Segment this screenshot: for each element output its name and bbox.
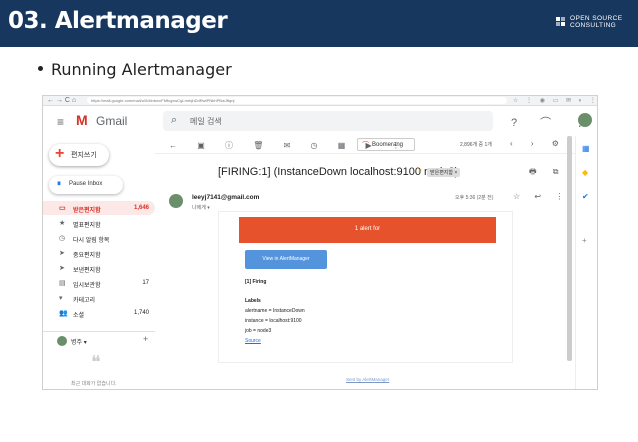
keep-icon[interactable]: ◆ [582, 168, 588, 177]
sender-avatar [169, 194, 183, 208]
sidebar-item[interactable]: ▾ 카테고리 [43, 291, 155, 305]
label-line: job = node3 [245, 328, 272, 334]
pause-inbox-label: Pause Inbox [69, 181, 103, 187]
sidebar-item-label: 소셜 [73, 313, 85, 319]
slide-header: 03. Alertmanager OPEN SOURCE CONSULTING [0, 0, 638, 47]
print-popout-icons[interactable]: 🖶 ⧉ [529, 166, 566, 180]
hangouts-add-icon[interactable]: + [143, 334, 148, 344]
mail-time: 오후 5:36 (2분 전) [455, 195, 494, 201]
page-info: 2,896개 중 1개 [460, 142, 492, 148]
browser-nav-icons[interactable]: ← → C ⌂ [47, 97, 76, 104]
recipient-toggle[interactable]: 나에게 ▾ [192, 204, 210, 211]
sidebar-item[interactable]: ➤ 보낸편지함 [43, 261, 155, 275]
sidebar-item-icon: ▤ [59, 280, 66, 287]
sidebar-item[interactable]: ▤ 임시보관함 17 [43, 276, 155, 290]
browser-toolbar: ← → C ⌂ https://mail.google.com/mail/u/0… [43, 96, 597, 106]
sidebar-item-label: 보낸편지함 [73, 268, 101, 274]
bullet-item: Running Alertmanager [38, 60, 232, 79]
sidebar-item[interactable]: ◷ 다시 알림 항목 [43, 231, 155, 245]
address-bar[interactable]: https://mail.google.com/mail/u/0/#inbox/… [87, 97, 507, 104]
side-panel-rail: ▦ ◆ ✔ + [575, 136, 597, 389]
compose-button[interactable]: + 편지쓰기 [49, 144, 109, 166]
browser-extension-icons[interactable]: ☆ ⋮ ◉ ▭ ✉ ◐ ⋮ [513, 97, 597, 104]
search-input[interactable]: ⌕ 메일 검색 [163, 111, 493, 131]
logo-mark-icon [556, 17, 565, 26]
compose-label: 편지쓰기 [71, 152, 97, 159]
sidebar-item-label: 받은편지함 [73, 208, 101, 214]
label-chip[interactable]: 받은편지함 × [427, 168, 461, 177]
sidebar-item-label: 임시보관함 [73, 283, 101, 289]
view-button-label: View in AlertManager [262, 256, 310, 262]
bullet-dot-icon [38, 66, 43, 71]
gmail-logo-icon[interactable]: M [76, 112, 88, 128]
sent-by-link[interactable]: Sent by AlertManager [346, 377, 389, 382]
alert-banner-text: 1 alert for [354, 226, 381, 232]
search-placeholder: 메일 검색 [190, 117, 222, 126]
sidebar-item-count: 1,740 [133, 310, 149, 316]
sender-email: leeyj7141@gmail.com [192, 194, 260, 201]
gmail-header: ≡ M Gmail ⌕ 메일 검색 ? ⌒ ⋮⋮⋮ [43, 107, 597, 133]
slide: 03. Alertmanager OPEN SOURCE CONSULTING … [0, 0, 638, 442]
sidebar-item-icon: ◷ [59, 235, 66, 242]
boomerang-button[interactable]: ⌒ Boomerang [357, 138, 415, 151]
company-logo: OPEN SOURCE CONSULTING [556, 14, 630, 34]
mail-subject: [FIRING:1] (InstanceDown localhost:9100 … [218, 166, 459, 178]
hangouts-user[interactable]: 병주 ▾ [71, 337, 87, 346]
bullet-text: Running Alertmanager [51, 60, 232, 79]
add-addon-icon[interactable]: + [582, 236, 587, 245]
search-icon[interactable]: ⌕ [171, 114, 177, 127]
menu-icon[interactable]: ≡ [57, 115, 64, 129]
firing-heading: [1] Firing [245, 279, 267, 285]
alert-banner: 1 alert for [239, 217, 496, 243]
sidebar-item-icon: ➤ [59, 265, 65, 272]
logo-line-1: OPEN SOURCE [570, 15, 623, 22]
sidebar-item-icon: 👥 [59, 310, 68, 317]
calendar-icon[interactable]: ▦ [582, 144, 590, 153]
gmail-sidebar: + 편지쓰기 ⏸ Pause Inbox ▭ 받은편지함 1,646 ★ 별표편지함 ◷ 다… [43, 136, 155, 389]
sidebar-item-icon: ➤ [59, 250, 65, 257]
sidebar-item[interactable]: ➤ 중요편지함 [43, 246, 155, 260]
logo-line-2: CONSULTING [570, 22, 617, 29]
sidebar-item[interactable]: 👥 소셜 1,740 [43, 306, 155, 320]
compose-plus-icon: + [55, 145, 65, 162]
boomerang-icon: ⌒ [362, 142, 369, 149]
tasks-icon[interactable]: ✔ [582, 192, 589, 201]
sidebar-item-count: 17 [142, 280, 149, 286]
sidebar-item-label: 다시 알림 항목 [73, 238, 110, 244]
sidebar-item-label: 카테고리 [73, 298, 96, 304]
sidebar-item-icon: ▭ [59, 205, 66, 212]
source-link[interactable]: Source [245, 338, 261, 344]
sidebar-item-count: 1,646 [133, 205, 149, 211]
pause-icon: ⏸ [57, 179, 61, 188]
pagination-settings-icons[interactable]: ‹ › ⚙ [510, 139, 567, 148]
labels-heading: Labels [245, 298, 261, 304]
sidebar-item-icon: ★ [59, 220, 66, 227]
label-line: alertname = InstanceDown [245, 308, 305, 314]
browser-screenshot: ← → C ⌂ https://mail.google.com/mail/u/0… [42, 95, 598, 390]
sidebar-item-label: 중요편지함 [73, 253, 101, 259]
boomerang-label: Boomerang [372, 142, 404, 148]
slide-title: 03. Alertmanager [8, 8, 228, 34]
sidebar-item[interactable]: ▭ 받은편지함 1,646 [43, 201, 155, 215]
mail-scrollbar[interactable] [567, 136, 572, 361]
mail-action-icons[interactable]: ☆ ↩ ⋮ [513, 192, 569, 201]
sidebar-item-label: 별표편지함 [73, 223, 101, 229]
sidebar-item[interactable]: ★ 별표편지함 [43, 216, 155, 230]
view-in-alertmanager-button[interactable]: View in AlertManager [245, 250, 327, 269]
pause-inbox-button[interactable]: ⏸ Pause Inbox [49, 176, 123, 194]
gmail-name[interactable]: Gmail [96, 114, 127, 128]
sidebar-item-icon: ▾ [59, 295, 63, 302]
mail-toolbar: ← ▣ ⓘ 🗑 ✉ ◷ ▦ ▶ ⋮ ⌒ Boomerang 2,896개 중 1… [155, 136, 575, 154]
hangouts-empty-text: 최근 대화가 없습니다. [71, 381, 117, 387]
hangouts-panel: 병주 ▾ + ❝ 최근 대화가 없습니다. [43, 331, 155, 389]
hangouts-avatar[interactable] [57, 336, 67, 346]
account-avatar[interactable] [578, 113, 592, 127]
label-line: instance = localhost:9100 [245, 318, 302, 324]
alert-email-body: 1 alert for View in AlertManager [1] Fir… [218, 211, 513, 363]
important-marker-icon[interactable]: » [418, 167, 422, 174]
hangouts-bubble-icon: ❝ [91, 352, 101, 372]
logo-text: OPEN SOURCE CONSULTING [570, 15, 622, 29]
